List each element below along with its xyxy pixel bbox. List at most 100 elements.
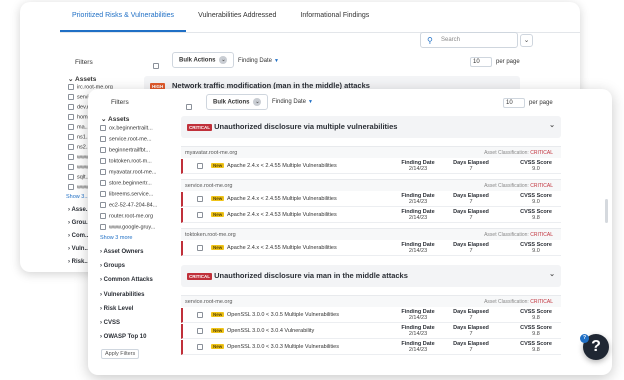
tab-informational-findings[interactable]: Informational Findings: [288, 2, 381, 32]
tab-prioritized-risks[interactable]: Prioritized Risks & Vulnerabilities: [60, 2, 187, 32]
filter-group-common-attacks[interactable]: › Common Attacks: [100, 277, 185, 291]
cvss-cell: CVSS Score 9.8: [516, 325, 556, 337]
finding-checkbox[interactable]: [197, 196, 203, 202]
asset-classification: Asset Classification: CRITICAL: [484, 183, 553, 189]
finding-date-cell: Finding Date 2/14/23: [398, 341, 438, 353]
asset-checkbox[interactable]: [68, 134, 74, 140]
finding-title: Apache 2.4.x < 2.4.55 Multiple Vulnerabi…: [227, 163, 337, 169]
host-header: myavatar.root-me.org Asset Classification…: [181, 146, 561, 158]
asset-checkbox[interactable]: [68, 94, 74, 100]
filter-group-risk-level[interactable]: › Risk Level: [100, 306, 185, 320]
new-badge: New: [211, 196, 225, 201]
bulk-actions-button[interactable]: Bulk Actions ⌄: [172, 52, 235, 68]
caret-down-icon: ▼: [274, 58, 279, 64]
asset-checkbox[interactable]: [68, 154, 74, 160]
asset-checkbox[interactable]: [100, 202, 106, 208]
asset-classification-value: CRITICAL: [530, 183, 553, 189]
filter-group-label: Vulnerabilities: [103, 291, 145, 298]
bulk-actions-button[interactable]: Bulk Actions ⌄: [206, 94, 269, 110]
finding-row[interactable]: New OpenSSL 3.0.0 < 3.0.5 Multiple Vulner…: [181, 308, 561, 323]
scrollbar[interactable]: [605, 199, 608, 223]
asset-classification-label: Asset Classification:: [484, 299, 531, 305]
asset-checkbox[interactable]: [68, 174, 74, 180]
asset-checkbox[interactable]: [100, 136, 106, 142]
asset-filter-item[interactable]: router.root-me.org: [100, 213, 180, 224]
asset-checkbox[interactable]: [68, 184, 74, 190]
finding-row[interactable]: New Apache 2.4.x < 2.4.55 Multiple Vulner…: [181, 192, 561, 207]
filter-group-asset-owners[interactable]: › Asset Owners: [100, 249, 185, 263]
cvss-value: 9.8: [532, 315, 540, 321]
asset-checkbox[interactable]: [68, 84, 74, 90]
sort-dropdown[interactable]: Finding Date ▼: [238, 58, 279, 64]
tab-vulnerabilities-addressed[interactable]: Vulnerabilities Addressed: [186, 2, 288, 32]
asset-checkbox[interactable]: [100, 169, 106, 175]
asset-filter-item[interactable]: libreems.service...: [100, 191, 180, 202]
asset-filter-item[interactable]: myavatar.root-me...: [100, 169, 180, 180]
asset-checkbox[interactable]: [68, 114, 74, 120]
asset-checkbox[interactable]: [100, 158, 106, 164]
asset-checkbox[interactable]: [68, 144, 74, 150]
host-header: toktoken.root-me.org Asset Classification…: [181, 228, 561, 240]
filter-group-label: CVSS: [103, 319, 121, 326]
select-all-checkbox[interactable]: [153, 57, 162, 75]
per-page-select[interactable]: 10: [470, 57, 492, 67]
filter-group-groups[interactable]: › Groups: [100, 263, 185, 277]
finding-checkbox[interactable]: [197, 344, 203, 350]
filter-group-cvss[interactable]: › CVSS: [100, 320, 185, 334]
per-page-select[interactable]: 10: [503, 98, 525, 108]
risk-group-header[interactable]: CRITICAL Unauthorized disclosure via man…: [181, 265, 561, 287]
days-elapsed-value: 7: [469, 166, 473, 172]
per-page-control[interactable]: 10 per page: [470, 57, 520, 67]
filters-label: Filters: [111, 99, 129, 106]
search-input[interactable]: ⚲ Search: [420, 32, 518, 48]
chevron-down-icon[interactable]: ⌄: [549, 270, 555, 278]
asset-filter-item[interactable]: www.google-gruy...: [100, 224, 180, 235]
finding-checkbox[interactable]: [197, 163, 203, 169]
finding-title: Apache 2.4.x < 2.4.55 Multiple Vulnerabi…: [227, 245, 337, 251]
asset-filter-item[interactable]: beginnertrailfbt...: [100, 147, 180, 158]
days-elapsed-cell: Days Elapsed 7: [451, 325, 491, 337]
show-more-link[interactable]: Show 3...: [66, 194, 89, 200]
chevron-down-icon: ⌄: [253, 98, 262, 106]
filter-group-owasp-top-10[interactable]: › OWASP Top 10: [100, 334, 185, 348]
show-more-link[interactable]: Show 3 more: [100, 235, 132, 241]
search-options-button[interactable]: ⌄: [520, 34, 533, 47]
days-elapsed-cell: Days Elapsed 7: [451, 160, 491, 172]
bulk-actions-label: Bulk Actions: [179, 57, 216, 64]
assets-filter-header[interactable]: ⌄ Assets: [101, 115, 129, 123]
asset-checkbox[interactable]: [100, 213, 106, 219]
finding-checkbox[interactable]: [197, 312, 203, 318]
finding-row[interactable]: New Apache 2.4.x < 2.4.55 Multiple Vulner…: [181, 159, 561, 174]
asset-checkbox[interactable]: [68, 124, 74, 130]
finding-checkbox[interactable]: [197, 328, 203, 334]
asset-checkbox[interactable]: [100, 125, 106, 131]
finding-checkbox[interactable]: [197, 245, 203, 251]
asset-checkbox[interactable]: [100, 180, 106, 186]
finding-row[interactable]: New OpenSSL 3.0.0 < 3.0.4 Vulnerability Fi…: [181, 324, 561, 339]
asset-checkbox[interactable]: [100, 191, 106, 197]
asset-filter-item[interactable]: ec2-52-47-204-84...: [100, 202, 180, 213]
select-all-checkbox[interactable]: [186, 98, 195, 116]
chevron-down-icon[interactable]: ⌄: [549, 121, 555, 129]
asset-filter-item[interactable]: store.beginnertr...: [100, 180, 180, 191]
finding-row[interactable]: New Apache 2.4.x < 2.4.55 Multiple Vulner…: [181, 241, 561, 256]
finding-checkbox[interactable]: [197, 212, 203, 218]
finding-row[interactable]: New OpenSSL 3.0.0 < 3.0.3 Multiple Vulner…: [181, 340, 561, 355]
asset-checkbox[interactable]: [100, 147, 106, 153]
front-filter-groups: › Asset Owners › Groups › Common Attacks › …: [100, 249, 185, 348]
asset-filter-item[interactable]: ox.beginnertrailt...: [100, 125, 180, 136]
sort-dropdown[interactable]: Finding Date ▼: [272, 99, 313, 105]
asset-checkbox[interactable]: [100, 224, 106, 230]
apply-filters-button[interactable]: Apply Filters: [101, 349, 140, 359]
asset-filter-item[interactable]: service.root-me...: [100, 136, 180, 147]
asset-classification-label: Asset Classification:: [484, 150, 531, 156]
host-name: service.root-me.org: [185, 183, 233, 189]
risk-group-header[interactable]: CRITICAL Unauthorized disclosure via mul…: [181, 116, 561, 138]
finding-row[interactable]: New Apache 2.4.x < 2.4.53 Multiple Vulner…: [181, 208, 561, 223]
asset-checkbox[interactable]: [68, 104, 74, 110]
assets-filter-header[interactable]: ⌄ Assets: [68, 75, 96, 83]
asset-checkbox[interactable]: [68, 164, 74, 170]
filter-group-vulnerabilities[interactable]: › Vulnerabilities: [100, 292, 185, 306]
asset-filter-item[interactable]: toktoken.root-m...: [100, 158, 180, 169]
per-page-control[interactable]: 10 per page: [503, 98, 553, 108]
